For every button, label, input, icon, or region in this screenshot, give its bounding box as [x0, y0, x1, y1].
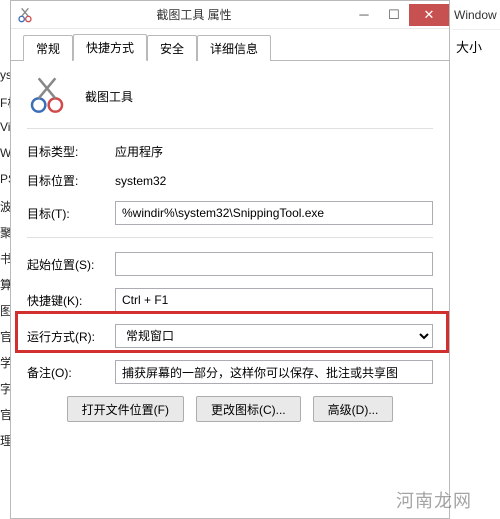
divider: [27, 237, 433, 238]
divider: [27, 128, 433, 129]
open-file-location-button[interactable]: 打开文件位置(F): [67, 396, 184, 422]
advanced-button[interactable]: 高级(D)...: [313, 396, 394, 422]
column-header-window[interactable]: Window: [452, 0, 500, 30]
background-columns: Window 大小: [452, 0, 500, 65]
window-title: 截图工具 属性: [39, 6, 349, 23]
tab-details[interactable]: 详细信息: [197, 35, 271, 61]
snipping-tool-icon: [11, 7, 39, 23]
label-start-in: 起始位置(S):: [27, 256, 115, 273]
start-in-input[interactable]: [115, 252, 433, 276]
label-comment: 备注(O):: [27, 364, 115, 381]
watermark: 河南龙网: [396, 487, 472, 513]
tab-general[interactable]: 常规: [23, 35, 73, 61]
titlebar[interactable]: 截图工具 属性 ─ ☐ ✕: [11, 1, 449, 29]
tab-strip: 常规 快捷方式 安全 详细信息: [11, 35, 449, 61]
minimize-button[interactable]: ─: [349, 4, 379, 26]
target-input[interactable]: [115, 201, 433, 225]
tab-body: 截图工具 目标类型: 应用程序 目标位置: system32 目标(T): 起始…: [11, 61, 449, 432]
value-target-type: 应用程序: [115, 143, 163, 160]
label-target-location: 目标位置:: [27, 172, 115, 189]
app-icon: [27, 75, 67, 118]
comment-input[interactable]: [115, 360, 433, 384]
label-run-mode: 运行方式(R):: [27, 328, 115, 345]
app-name: 截图工具: [85, 88, 133, 105]
maximize-button[interactable]: ☐: [379, 4, 409, 26]
column-header-size[interactable]: 大小: [452, 30, 500, 65]
tab-shortcut[interactable]: 快捷方式: [73, 34, 147, 61]
properties-dialog: 截图工具 属性 ─ ☐ ✕ 常规 快捷方式 安全 详细信息 截图工具 目标类型:…: [10, 0, 450, 519]
run-mode-select[interactable]: 常规窗口: [115, 324, 433, 348]
label-target-type: 目标类型:: [27, 143, 115, 160]
shortcut-key-input[interactable]: [115, 288, 433, 312]
label-target: 目标(T):: [27, 205, 115, 222]
close-button[interactable]: ✕: [409, 4, 449, 26]
change-icon-button[interactable]: 更改图标(C)...: [196, 396, 301, 422]
tab-security[interactable]: 安全: [147, 35, 197, 61]
label-shortcut-key: 快捷键(K):: [27, 292, 115, 309]
value-target-location: system32: [115, 174, 166, 188]
